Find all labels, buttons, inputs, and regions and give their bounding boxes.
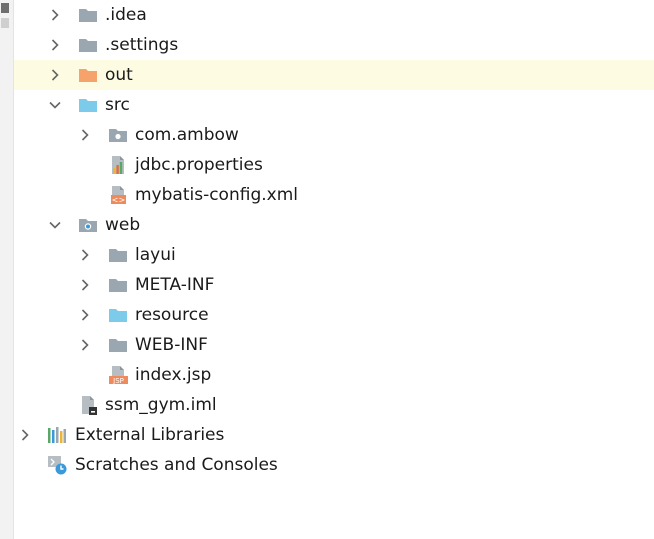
tree-node-scratches-and-consoles[interactable]: Scratches and Consoles — [14, 450, 654, 480]
folder-icon — [108, 335, 128, 355]
folder-icon — [108, 245, 128, 265]
tree-node-label: META-INF — [135, 275, 215, 295]
properties-file-icon — [108, 155, 128, 175]
chevron-right-icon[interactable] — [78, 247, 92, 261]
tree-node-label: .idea — [105, 5, 147, 25]
tree-node-label: layui — [135, 245, 176, 265]
tree-node-label: WEB-INF — [135, 335, 208, 355]
tree-node-jdbc-properties[interactable]: jdbc.properties — [14, 150, 654, 180]
tree-node-label: index.jsp — [135, 365, 212, 385]
tree-node-label: ssm_gym.iml — [105, 395, 217, 415]
svg-text:JSP: JSP — [112, 377, 124, 385]
iml-file-icon — [78, 395, 98, 415]
chevron-right-icon[interactable] — [48, 37, 62, 51]
web-folder-icon — [78, 215, 98, 235]
tree-node-resource[interactable]: resource — [14, 300, 654, 330]
tree-node-com-ambow[interactable]: com.ambow — [14, 120, 654, 150]
chevron-down-icon[interactable] — [48, 217, 62, 231]
tree-node-external-libraries[interactable]: External Libraries — [14, 420, 654, 450]
tree-node-label: resource — [135, 305, 209, 325]
scratches-icon — [47, 455, 67, 475]
tree-node-label: out — [105, 65, 133, 85]
tree-node-settings[interactable]: .settings — [14, 30, 654, 60]
tree-node-web[interactable]: web — [14, 210, 654, 240]
tree-node-ssm-gym-iml[interactable]: ssm_gym.iml — [14, 390, 654, 420]
tree-node-label: com.ambow — [135, 125, 239, 145]
libraries-icon — [47, 425, 67, 445]
tree-node-layui[interactable]: layui — [14, 240, 654, 270]
tree-node-out[interactable]: out — [14, 60, 654, 90]
tree-node-web-inf[interactable]: WEB-INF — [14, 330, 654, 360]
strip-marker — [1, 3, 9, 13]
chevron-down-icon[interactable] — [48, 97, 62, 111]
tree-node-label: External Libraries — [75, 425, 225, 445]
tree-node-index-jsp[interactable]: JSP index.jsp — [14, 360, 654, 390]
xml-file-icon: <> — [108, 185, 128, 205]
tree-node-label: Scratches and Consoles — [75, 455, 278, 475]
jsp-file-icon: JSP — [108, 365, 128, 385]
left-edge-strip — [0, 0, 14, 539]
tree-node-label: .settings — [105, 35, 179, 55]
tree-node-idea[interactable]: .idea — [14, 0, 654, 30]
chevron-right-icon[interactable] — [78, 337, 92, 351]
excluded-folder-icon — [78, 65, 98, 85]
tree-node-label: mybatis-config.xml — [135, 185, 298, 205]
resource-folder-icon — [108, 305, 128, 325]
folder-icon — [108, 275, 128, 295]
chevron-right-icon[interactable] — [78, 127, 92, 141]
package-icon — [108, 125, 128, 145]
tree-node-meta-inf[interactable]: META-INF — [14, 270, 654, 300]
strip-marker-light — [1, 18, 9, 28]
chevron-right-icon[interactable] — [78, 307, 92, 321]
tree-node-label: web — [105, 215, 141, 235]
tree-node-label: jdbc.properties — [135, 155, 263, 175]
chevron-right-icon[interactable] — [18, 427, 32, 441]
tree-node-src[interactable]: src — [14, 90, 654, 120]
chevron-right-icon[interactable] — [48, 7, 62, 21]
tree-node-label: src — [105, 95, 130, 115]
svg-text:<>: <> — [112, 196, 125, 205]
tree-node-mybatis-config-xml[interactable]: <> mybatis-config.xml — [14, 180, 654, 210]
source-folder-icon — [78, 95, 98, 115]
folder-icon — [78, 35, 98, 55]
chevron-right-icon[interactable] — [48, 67, 62, 81]
folder-icon — [78, 5, 98, 25]
chevron-right-icon[interactable] — [78, 277, 92, 291]
